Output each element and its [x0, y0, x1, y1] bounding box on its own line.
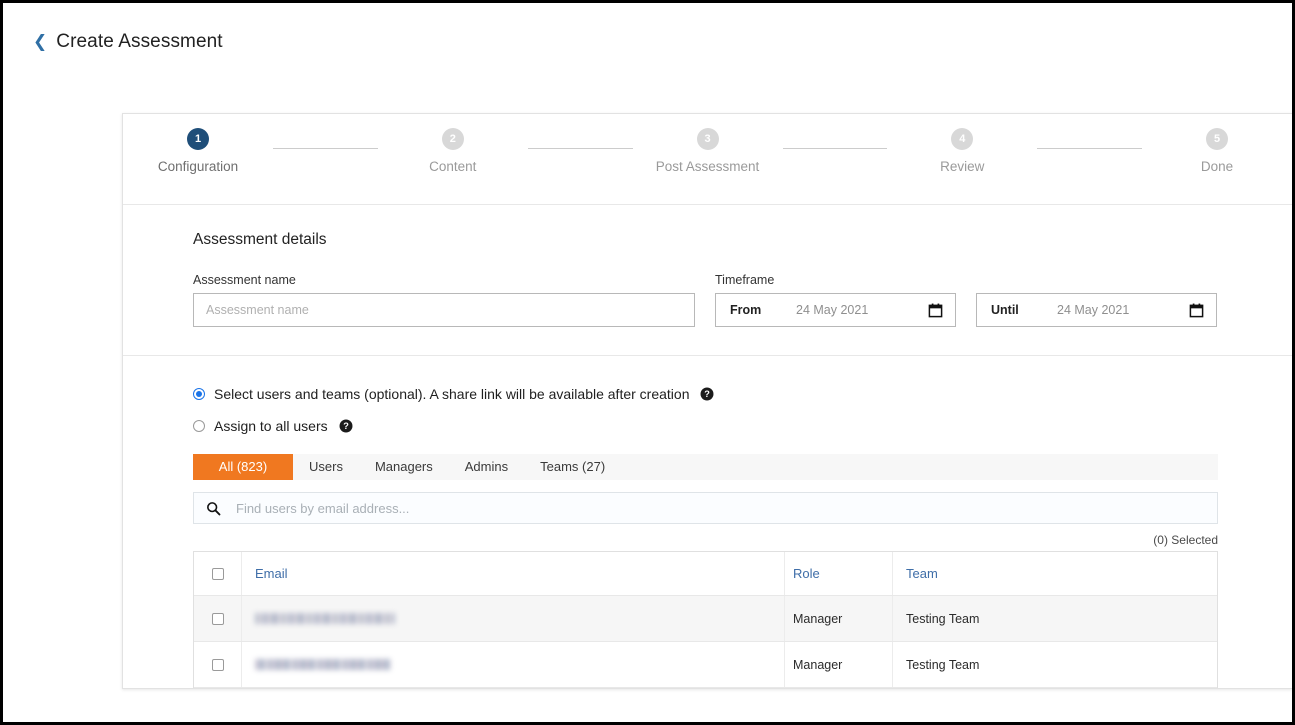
step-number: 5 [1206, 128, 1228, 150]
help-circle-icon[interactable]: ? [339, 419, 353, 433]
team-value: Testing Team [906, 611, 980, 626]
column-label: Role [793, 566, 820, 581]
step-content[interactable]: 2 Content [378, 128, 528, 174]
step-label: Configuration [157, 159, 239, 174]
cell-role: Manager [785, 596, 893, 641]
svg-text:?: ? [705, 389, 711, 399]
table-header-row: Email Role Team [194, 552, 1217, 596]
row-select-cell [194, 596, 242, 641]
help-circle-icon[interactable]: ? [700, 387, 714, 401]
date-until-input[interactable]: Until 24 May 2021 [976, 293, 1217, 327]
svg-text:?: ? [343, 421, 349, 431]
wizard-stepper: 1 Configuration 2 Content 3 Post Assessm… [123, 114, 1292, 205]
radio-assign-all-users[interactable] [193, 420, 205, 432]
assessment-details-section: Assessment details Assessment name Timef… [123, 205, 1292, 356]
section-title: Assessment details [193, 231, 327, 248]
radio-select-users[interactable] [193, 388, 205, 400]
step-done[interactable]: 5 Done [1142, 128, 1292, 174]
app-window: ❮ Create Assessment 1 Configuration 2 Co… [0, 0, 1295, 725]
details-field-row: Assessment name Timeframe From 24 May 20… [193, 273, 1292, 327]
top-bar: ❮ Create Assessment [3, 3, 1292, 81]
tab-users[interactable]: Users [293, 454, 359, 480]
step-connector-3 [782, 148, 888, 149]
team-value: Testing Team [906, 657, 980, 672]
search-input[interactable] [234, 499, 1205, 517]
tab-teams[interactable]: Teams (27) [524, 454, 622, 480]
timeframe-group: From 24 May 2021 Until 24 May 2021 [715, 293, 1217, 327]
cell-team: Testing Team [893, 596, 1217, 641]
calendar-icon [928, 303, 943, 317]
cell-email [242, 596, 785, 641]
date-from-prefix: From [730, 303, 762, 317]
column-header-role[interactable]: Role [785, 552, 893, 595]
tab-all[interactable]: All (823) [193, 454, 293, 480]
date-from-input[interactable]: From 24 May 2021 [715, 293, 956, 327]
row-select-cell [194, 642, 242, 687]
users-table: Email Role Team Manager Testing Team Man… [193, 551, 1218, 688]
step-label: Content [429, 159, 477, 174]
table-row[interactable]: Manager Testing Team [194, 596, 1217, 642]
step-label: Done [1200, 159, 1234, 174]
user-search-bar[interactable] [193, 492, 1218, 524]
select-all-checkbox[interactable] [211, 567, 224, 580]
step-number: 3 [696, 128, 719, 150]
timeframe-label: Timeframe [715, 273, 775, 287]
redacted-email [255, 613, 395, 624]
timeframe-field: Timeframe From 24 May 2021 Until 24 May … [695, 273, 1217, 327]
step-connector-1 [273, 148, 378, 149]
step-label: Review [940, 159, 985, 174]
step-number: 2 [441, 128, 464, 150]
step-post-assessment[interactable]: 3 Post Assessment [633, 128, 783, 174]
step-connector-4 [1037, 148, 1142, 149]
assessment-name-input[interactable] [193, 293, 695, 327]
step-configuration[interactable]: 1 Configuration [123, 128, 273, 174]
create-assessment-card: 1 Configuration 2 Content 3 Post Assessm… [122, 113, 1292, 689]
column-header-team[interactable]: Team [893, 552, 1217, 595]
radio-select-users-label: Select users and teams (optional). A sha… [214, 386, 690, 402]
redacted-email [255, 659, 391, 670]
tab-managers[interactable]: Managers [358, 454, 449, 480]
step-number: 1 [187, 128, 209, 150]
selected-count-label: (0) Selected [1153, 533, 1218, 547]
role-value: Manager [793, 611, 843, 626]
cell-role: Manager [785, 642, 893, 687]
step-number: 4 [951, 128, 974, 150]
search-icon [207, 501, 221, 515]
step-label: Post Assessment [655, 159, 760, 174]
radio-assign-all-label: Assign to all users [214, 418, 328, 434]
role-value: Manager [793, 657, 843, 672]
select-all-cell [194, 552, 242, 595]
column-label: Team [906, 566, 938, 581]
row-checkbox[interactable] [211, 612, 224, 625]
back-to-assessments-link[interactable]: ❮ Create Assessment [33, 31, 223, 53]
row-checkbox[interactable] [211, 658, 224, 671]
step-connector-2 [527, 148, 633, 149]
step-review[interactable]: 4 Review [887, 128, 1037, 174]
column-header-email[interactable]: Email [242, 552, 785, 595]
assessment-name-field: Assessment name [193, 273, 695, 327]
date-until-prefix: Until [991, 303, 1019, 317]
radio-option-assign-all[interactable]: Assign to all users ? [193, 418, 1292, 434]
audience-section: Select users and teams (optional). A sha… [123, 356, 1292, 688]
calendar-icon [1189, 303, 1204, 317]
assessment-name-label: Assessment name [193, 273, 296, 287]
column-label: Email [255, 566, 288, 581]
tab-admins[interactable]: Admins [448, 454, 525, 480]
page-title: Create Assessment [56, 31, 223, 52]
date-from-value: 24 May 2021 [796, 303, 869, 317]
cell-email [242, 642, 785, 687]
table-row[interactable]: Manager Testing Team [194, 642, 1217, 688]
date-until-value: 24 May 2021 [1057, 303, 1130, 317]
radio-option-select-users[interactable]: Select users and teams (optional). A sha… [193, 386, 1292, 402]
audience-filter-tabs: All (823) Users Managers Admins Teams (2… [193, 454, 1218, 481]
chevron-left-icon: ❮ [33, 31, 48, 52]
cell-team: Testing Team [893, 642, 1217, 687]
